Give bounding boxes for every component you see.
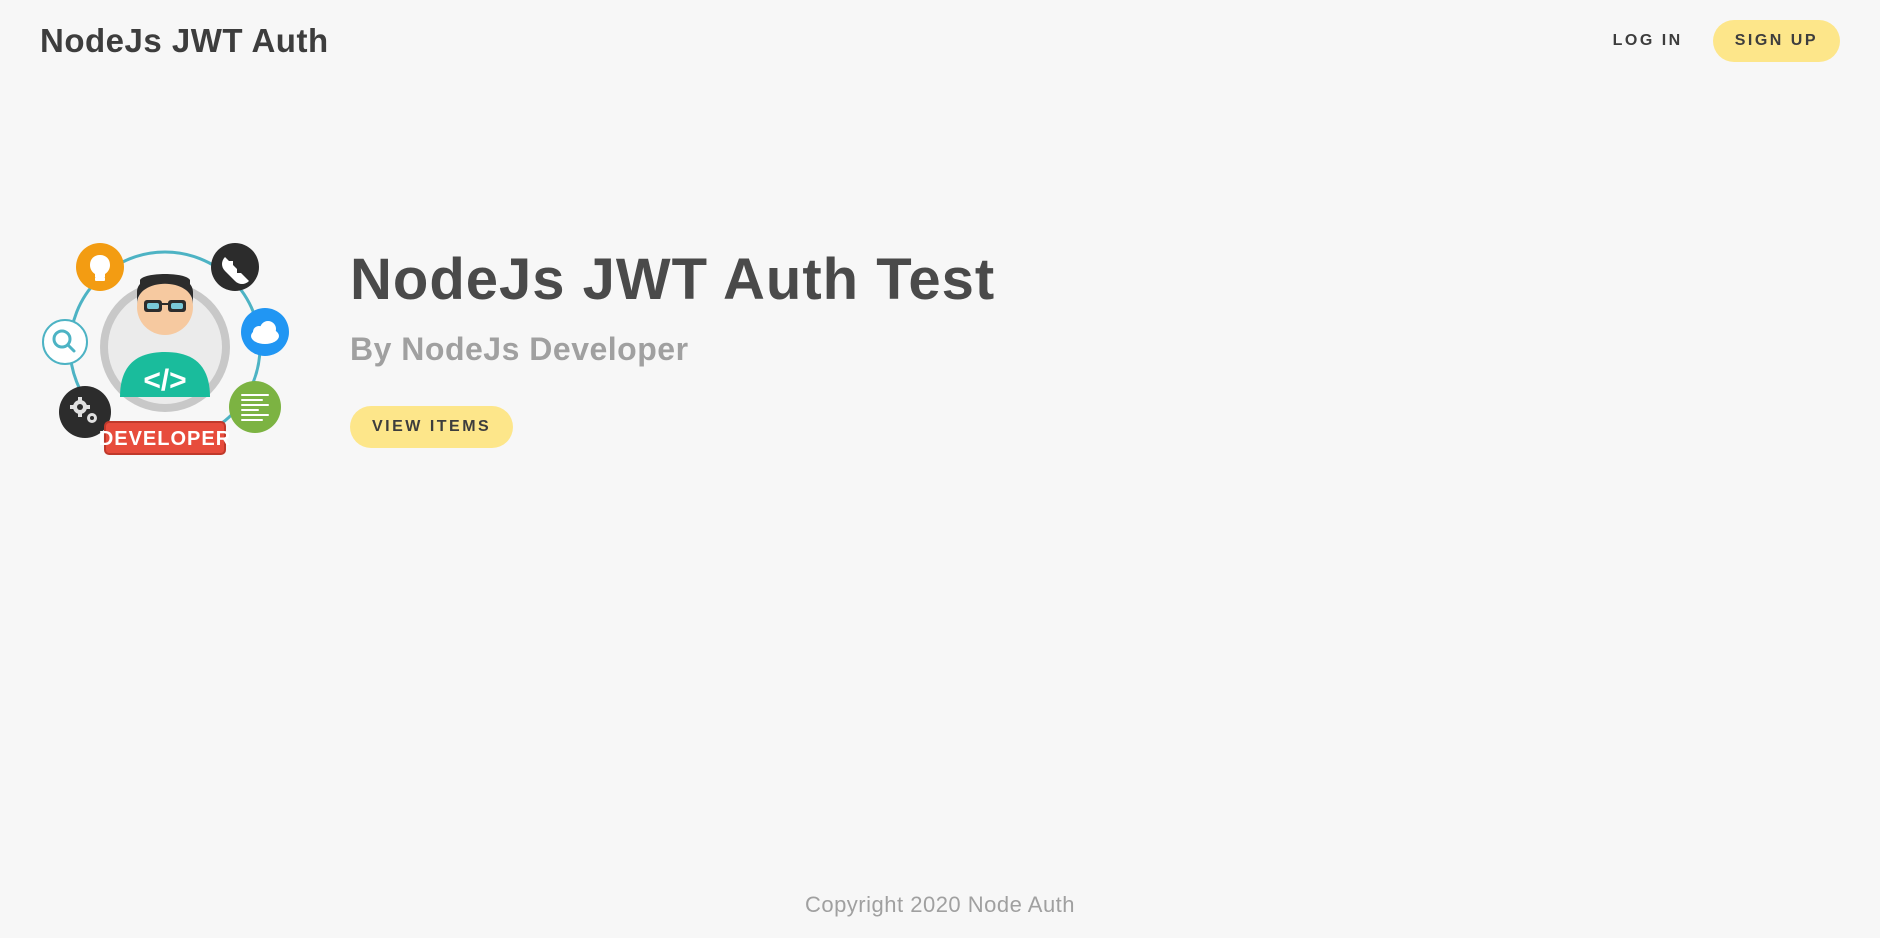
login-link[interactable]: LOG IN <box>1613 32 1683 50</box>
svg-text:</>: </> <box>143 364 186 397</box>
hero-text: NodeJs JWT Auth Test By NodeJs Developer… <box>350 246 995 448</box>
hero-section: </> DEVELOPER NodeJs JWT <box>40 222 1840 472</box>
developer-badge-text: DEVELOPER <box>99 428 231 450</box>
hero-title: NodeJs JWT Auth Test <box>350 246 995 313</box>
signup-button[interactable]: SIGN UP <box>1713 20 1840 62</box>
hero-button-wrap: VIEW ITEMS <box>350 406 995 448</box>
copyright-text: Copyright 2020 Node Auth <box>805 892 1075 917</box>
nav-right: LOG IN SIGN UP <box>1613 20 1840 62</box>
hero-subtitle: By NodeJs Developer <box>350 331 995 368</box>
site-logo[interactable]: NodeJs JWT Auth <box>40 22 329 60</box>
main-content: </> DEVELOPER NodeJs JWT <box>0 82 1880 872</box>
header: NodeJs JWT Auth LOG IN SIGN UP <box>0 0 1880 82</box>
view-items-button[interactable]: VIEW ITEMS <box>350 406 513 448</box>
footer: Copyright 2020 Node Auth <box>0 872 1880 938</box>
developer-illustration: </> DEVELOPER <box>40 222 290 472</box>
